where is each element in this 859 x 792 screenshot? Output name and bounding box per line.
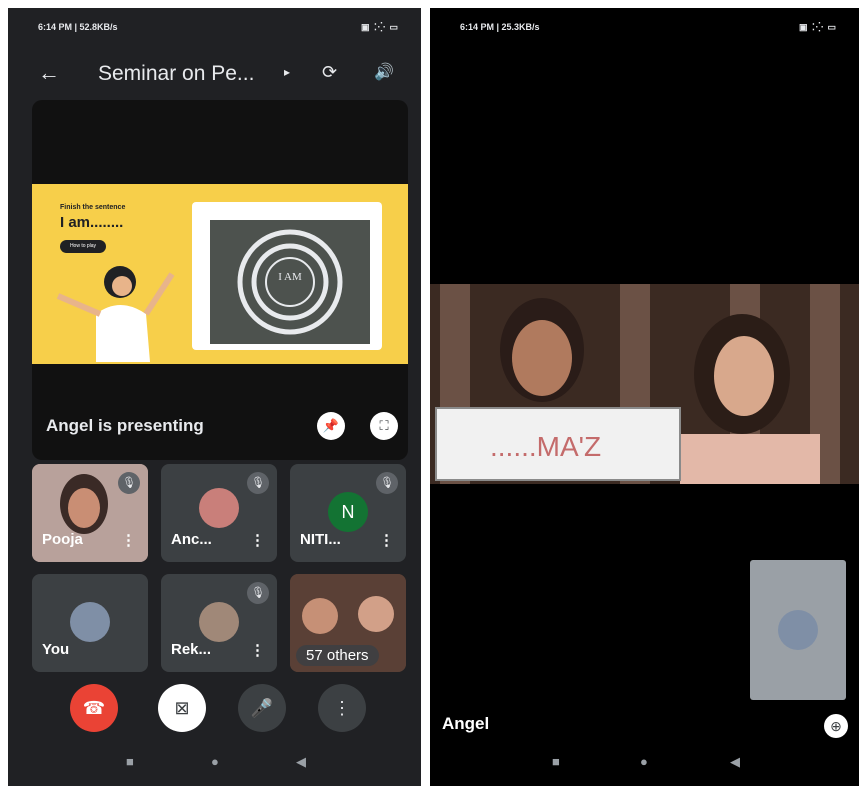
end-call-button[interactable]: ☎ — [70, 684, 118, 732]
more-options-button[interactable]: ⋮ — [318, 684, 366, 732]
participant-tile-anc[interactable]: 🎙 Anc... ⋮ — [161, 464, 277, 562]
home-icon[interactable]: ● — [640, 754, 648, 769]
back-icon[interactable]: ◀ — [296, 754, 306, 770]
participant-name: NITI... — [300, 531, 341, 548]
home-icon[interactable]: ● — [211, 754, 219, 769]
speaker-video-frame: ......MA'Z — [430, 284, 859, 484]
status-bar: 6:14 PM | 52.8KB/s ▣ ⁚⁛ ▭ — [8, 8, 421, 38]
participant-tile-others[interactable]: 57 others — [290, 574, 406, 672]
more-options-icon[interactable]: ⋮ — [250, 641, 265, 659]
android-nav-bar: ■ ● ◀ — [8, 748, 421, 778]
more-options-icon[interactable]: ⋮ — [379, 531, 394, 549]
more-options-icon[interactable]: ⋮ — [250, 531, 265, 549]
board-text: I AM — [278, 271, 302, 283]
avatar — [70, 602, 110, 642]
meeting-title[interactable]: Seminar on Pe... — [98, 62, 254, 86]
camera-off-button[interactable]: ⊠ — [158, 684, 206, 732]
slide-illustration — [56, 266, 175, 362]
whiteboard-text: ......MA'Z — [490, 431, 601, 462]
back-icon[interactable]: ◀ — [730, 754, 740, 770]
status-icons: ▣ ⁚⁛ ▭ — [360, 22, 399, 32]
mandala-board: I AM — [210, 220, 370, 344]
mic-button[interactable]: 🎤 — [238, 684, 286, 732]
presentation-stage[interactable]: Finish the sentence I am........ How to … — [32, 100, 408, 460]
participant-tile-pooja[interactable]: 🎙 Pooja ⋮ — [32, 464, 148, 562]
slide-prompt: I am........ — [60, 214, 124, 231]
slide-heading: Finish the sentence — [60, 204, 126, 211]
speaker-video[interactable]: ......MA'Z — [430, 284, 859, 484]
avatar — [199, 602, 239, 642]
muted-mic-icon: 🎙 — [247, 472, 269, 494]
others-badge: 57 others — [290, 642, 406, 672]
recent-apps-icon[interactable]: ■ — [552, 754, 560, 769]
participant-tile-you[interactable]: You — [32, 574, 148, 672]
speaker-name: Angel — [442, 714, 490, 733]
presenting-label: Angel is presenting — [46, 416, 204, 435]
shared-slide: Finish the sentence I am........ How to … — [32, 184, 408, 364]
status-time: 6:14 PM | 52.8KB/s — [38, 22, 118, 32]
caret-right-icon[interactable]: ▸ — [284, 65, 290, 79]
avatar — [199, 488, 239, 528]
android-nav-bar: ■ ● ◀ — [430, 748, 859, 778]
participant-name: Pooja — [42, 531, 83, 548]
right-phone-screen: 6:14 PM | 25.3KB/s ▣ ⁚⁛ ▭ ......MA'Z Ang… — [430, 8, 859, 786]
avatar-initial: N — [328, 492, 368, 532]
participant-tile-rek[interactable]: 🎙 Rek... ⋮ — [161, 574, 277, 672]
fullscreen-icon[interactable]: ⛶ — [370, 412, 398, 440]
switch-camera-icon[interactable]: ⟳ — [322, 62, 337, 83]
back-arrow-icon[interactable]: ← — [38, 60, 60, 86]
recent-apps-icon[interactable]: ■ — [126, 754, 134, 769]
participant-name: Anc... — [171, 531, 212, 548]
audio-output-icon[interactable]: 🔊 — [374, 62, 394, 82]
status-time: 6:14 PM | 25.3KB/s — [460, 22, 540, 32]
layout-toggle-icon[interactable]: ⊕ — [824, 714, 848, 738]
status-icons: ▣ ⁚⁛ ▭ — [798, 22, 837, 32]
left-phone-screen: 6:14 PM | 52.8KB/s ▣ ⁚⁛ ▭ ← Seminar on P… — [8, 8, 421, 786]
muted-mic-icon: 🎙 — [118, 472, 140, 494]
participant-name: You — [42, 641, 70, 658]
status-bar: 6:14 PM | 25.3KB/s ▣ ⁚⁛ ▭ — [430, 8, 859, 38]
others-count: 57 others — [296, 645, 379, 666]
self-preview-tile[interactable] — [750, 560, 846, 700]
meeting-header: ← Seminar on Pe... ▸ ⟳ 🔊 — [8, 56, 421, 96]
muted-mic-icon: 🎙 — [247, 582, 269, 604]
muted-mic-icon: 🎙 — [376, 472, 398, 494]
participant-name: Rek... — [171, 641, 212, 658]
pin-icon[interactable]: 📌 — [317, 412, 345, 440]
participant-tile-niti[interactable]: 🎙 N NITI... ⋮ — [290, 464, 406, 562]
more-options-icon[interactable]: ⋮ — [121, 531, 136, 549]
avatar — [778, 610, 818, 650]
